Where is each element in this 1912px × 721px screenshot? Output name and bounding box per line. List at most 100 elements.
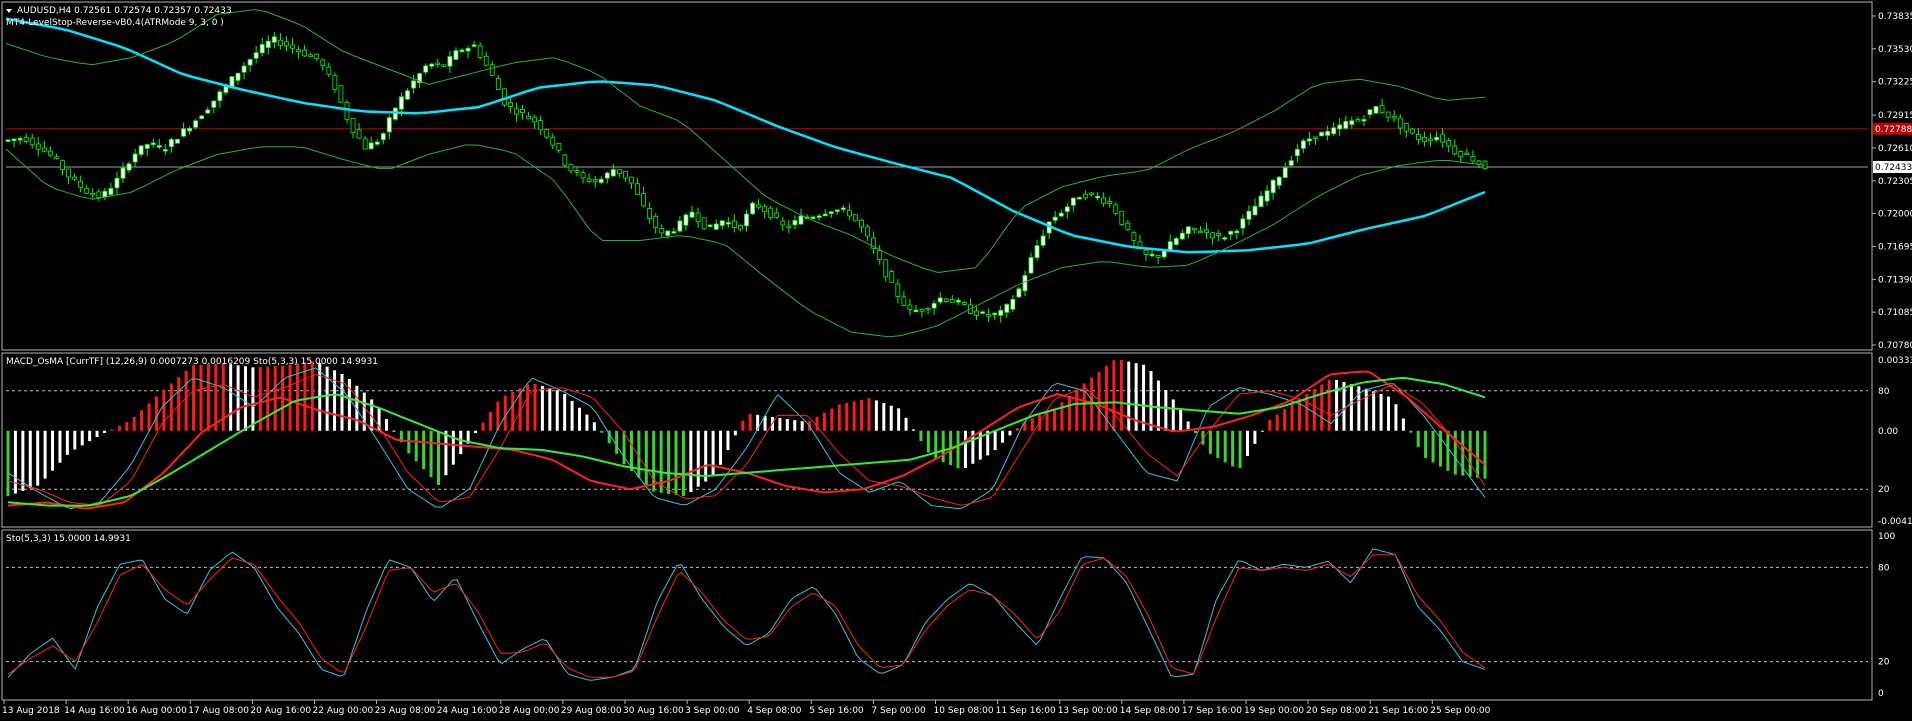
osma-histogram-bar — [392, 430, 396, 432]
time-axis-label: 5 Sep 16:00 — [809, 706, 864, 716]
bear-candle-body — [659, 228, 665, 234]
bear-candle-body — [477, 45, 483, 58]
stoch-axis-label: 100 — [1878, 532, 1895, 542]
last-price-tag-label: 0.72433 — [1875, 163, 1912, 173]
bull-candle-body — [671, 231, 677, 234]
bull-candle-body — [677, 220, 683, 232]
bear-candle-body — [1313, 136, 1318, 139]
time-axis-label: 17 Sep 16:00 — [1182, 706, 1242, 716]
osma-histogram-bar — [1067, 396, 1071, 431]
osma-histogram-bar — [1446, 430, 1450, 471]
osma-histogram-bar — [251, 367, 255, 431]
candle — [1046, 221, 1052, 239]
osma-histogram-bar — [1424, 430, 1428, 459]
bear-candle-body — [1125, 222, 1131, 231]
bear-candle-body — [1422, 136, 1427, 143]
osma-histogram-bar — [444, 430, 448, 476]
candle — [725, 217, 731, 228]
candle — [1264, 185, 1270, 206]
candle — [719, 220, 725, 230]
candle — [338, 85, 344, 104]
osma-histogram-bar — [719, 430, 723, 465]
candle — [102, 187, 108, 201]
bear-candle-body — [647, 208, 653, 220]
collapse-triangle-icon[interactable] — [6, 9, 12, 13]
bull-candle-body — [1064, 206, 1070, 212]
bull-candle-body — [114, 177, 120, 189]
osma-histogram-bar — [778, 418, 782, 431]
osma-histogram-bar — [704, 430, 708, 482]
candle — [1397, 114, 1403, 135]
time-axis-label: 16 Aug 00:00 — [126, 706, 187, 716]
bear-candle-body — [925, 307, 931, 311]
bear-candle-body — [302, 49, 308, 57]
bull-candle-body — [1319, 131, 1324, 137]
bull-candle-body — [931, 303, 937, 309]
candle — [1355, 116, 1361, 122]
candle — [1331, 122, 1337, 136]
candle — [937, 292, 943, 305]
bull-candle-body — [719, 220, 725, 226]
osma-histogram-bar — [689, 430, 693, 493]
osma-histogram-bar — [1053, 408, 1057, 431]
candle — [211, 100, 217, 114]
bear-candle-body — [23, 136, 29, 142]
osma-histogram-bar — [1372, 391, 1376, 431]
bear-candle-body — [974, 310, 979, 316]
candle — [241, 61, 247, 80]
candle — [574, 167, 580, 177]
osma-histogram-bar — [1364, 388, 1368, 431]
candle — [659, 224, 665, 238]
candle — [750, 201, 755, 216]
osma-histogram-bar — [1335, 379, 1339, 431]
candle — [405, 88, 410, 101]
candle — [5, 139, 11, 143]
candle — [968, 298, 973, 314]
osma-histogram-bar — [600, 430, 604, 433]
candle — [162, 144, 168, 155]
time-axis-label: 25 Sep 00:00 — [1430, 706, 1490, 716]
price-panel[interactable]: 0.72788 0.72433 — [5, 9, 1912, 338]
osma-histogram-bar — [474, 430, 478, 434]
stoch-panel[interactable] — [6, 548, 1868, 681]
osma-histogram-bar — [526, 384, 530, 431]
bear-candle-body — [344, 102, 350, 120]
bull-candle-body — [1149, 253, 1155, 257]
bear-candle-body — [701, 217, 707, 230]
mt4-chart-window[interactable]: 0.72788 0.72433 0.73835 0.73530 0.73225 0.72… — [0, 0, 1912, 721]
osma-histogram-bar — [244, 366, 248, 431]
bull-candle-body — [423, 65, 429, 73]
osma-histogram-bar — [162, 389, 166, 431]
bear-candle-body — [616, 169, 622, 175]
osma-histogram-bar — [830, 408, 834, 431]
candle — [671, 227, 677, 235]
bull-candle-body — [1434, 136, 1439, 141]
candle — [1294, 143, 1300, 163]
bull-candle-body — [1234, 230, 1240, 234]
osma-histogram-bar — [860, 399, 864, 431]
bear-candle-body — [356, 129, 362, 139]
bear-candle-body — [47, 150, 53, 156]
stoch-signal-line — [7, 554, 1486, 678]
bull-candle-body — [1095, 195, 1100, 199]
osma-histogram-bar — [1001, 430, 1005, 443]
osma-histogram-bar — [1290, 403, 1294, 431]
candle — [913, 304, 919, 313]
bull-candle-body — [683, 214, 689, 226]
osma-histogram-bar — [192, 365, 196, 431]
bull-candle-body — [1004, 304, 1010, 313]
time-axis-label: 21 Sep 16:00 — [1368, 706, 1428, 716]
osma-histogram-bar — [1283, 409, 1287, 431]
osma-histogram-bar — [1387, 396, 1391, 431]
candle — [962, 300, 967, 306]
osma-histogram-bar — [748, 413, 752, 431]
osma-histogram-bar — [941, 430, 945, 463]
candle — [1409, 128, 1415, 135]
candle — [792, 215, 798, 230]
bear-candle-body — [508, 102, 513, 107]
osma-histogram-bar — [451, 430, 455, 465]
candle — [731, 214, 737, 233]
chart-canvas[interactable]: 0.727880.72433 0.738350.735300.732250.72… — [0, 0, 1912, 721]
macd-panel[interactable] — [6, 359, 1868, 510]
bull-candle-body — [1173, 238, 1179, 246]
